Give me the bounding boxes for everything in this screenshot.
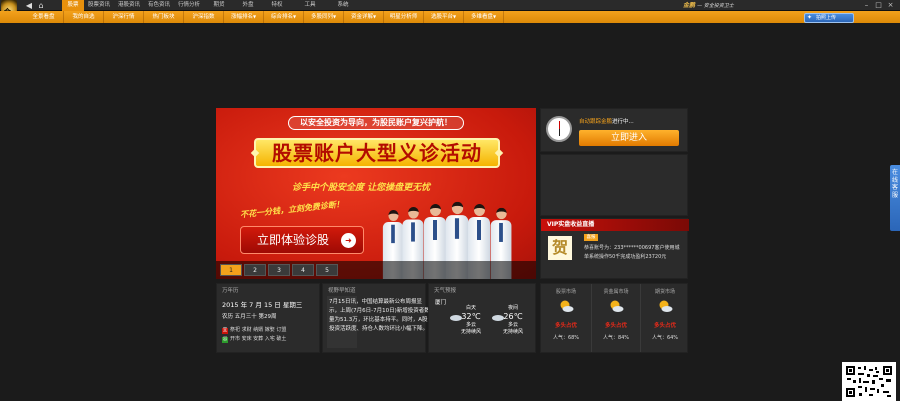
menu-item-tools[interactable]: 工具 bbox=[292, 0, 328, 11]
slide-dot-4[interactable]: 4 bbox=[292, 264, 314, 276]
news-card: 视野早知道 7月15日讯，中国结算最新公布周报显示，上周(7月6日-7月10日)… bbox=[322, 283, 430, 353]
news-title: 视野早知道 bbox=[328, 288, 356, 294]
menu-item-hk-news[interactable]: 港股资讯 bbox=[114, 0, 144, 11]
menu-item-stock-news[interactable]: 股票资讯 bbox=[84, 0, 114, 11]
banner-subtitle: 诊手中个股安全度 让您操盘更无忧 bbox=[292, 183, 431, 193]
good-news-badge: 喜报 bbox=[584, 234, 598, 241]
subtab-watchlist[interactable]: 我的自选 bbox=[64, 11, 104, 23]
chevron-down-icon: ▼ bbox=[292, 14, 297, 19]
calendar-yi: 忌开市 安床 安葬 入宅 破土 bbox=[222, 336, 287, 343]
menu-item-foreign[interactable]: 外盘 bbox=[234, 0, 262, 11]
qr-code-icon bbox=[842, 362, 896, 401]
subtab-fund-detail[interactable]: 资金详解▼ bbox=[344, 11, 384, 23]
back-arrow-icon[interactable]: ◀ bbox=[24, 1, 34, 10]
close-icon[interactable]: × bbox=[886, 1, 895, 10]
subtab-multi-view[interactable]: 多维看盘▼ bbox=[464, 11, 504, 23]
chevron-down-icon: ▼ bbox=[492, 14, 497, 19]
sun-cloud-icon bbox=[560, 300, 574, 312]
photo-upload-button[interactable]: ✦ 拍照上传 bbox=[804, 13, 854, 23]
subtab-multi-stock[interactable]: 多股同列▼ bbox=[304, 11, 344, 23]
weather-card: 天气预报 厦门 白天 32℃ 多云 无持续风 夜间 26℃ 多云 无持续风 bbox=[428, 283, 536, 353]
sun-cloud-icon bbox=[659, 300, 673, 312]
sub-toolbar: 全景看盘 我的自选 沪深行情 热门板块 沪深指数 涨幅排名▼ 综合排名▼ 多股同… bbox=[0, 11, 900, 23]
brand-logo: 金鹏 — 安全投资卫士 bbox=[683, 2, 734, 9]
vip-line-2: 单系统操作50千完成功盈利23720元 bbox=[584, 254, 667, 260]
calendar-title: 万年历 bbox=[222, 288, 239, 294]
banner-header: 以安全投资为导向，为股民账户复兴护航！ bbox=[288, 116, 464, 130]
empty-panel bbox=[540, 154, 688, 216]
weather-city: 厦门 bbox=[435, 300, 447, 306]
market-stock[interactable]: 股票市场 多头占优 人气：68% bbox=[542, 284, 590, 352]
menu-item-futures[interactable]: 期货 bbox=[204, 0, 234, 11]
maximize-icon[interactable]: □ bbox=[874, 1, 883, 10]
vip-live-card: VIP实盘收益直播 贺 喜报 恭喜账号为：233******00697客户使用城… bbox=[540, 218, 689, 279]
subtab-indices[interactable]: 沪深指数 bbox=[184, 11, 224, 23]
slide-dot-1[interactable]: 1 bbox=[220, 264, 242, 276]
chevron-down-icon: ▼ bbox=[372, 14, 377, 19]
calendar-date: 2015 年 7 月 15 日 星期三 bbox=[222, 301, 303, 309]
chevron-down-icon: ▼ bbox=[452, 14, 457, 19]
subtab-overall-rank[interactable]: 综合排名▼ bbox=[264, 11, 304, 23]
subtab-stock-picker[interactable]: 选股平台▼ bbox=[424, 11, 464, 23]
market-futures[interactable]: 期货市场 多头占优 人气：64% bbox=[640, 284, 688, 352]
banner-title: 股票账户大型义诊活动 bbox=[254, 138, 500, 168]
slide-pager: 1 2 3 4 5 bbox=[216, 261, 536, 279]
subtab-overview[interactable]: 全景看盘 bbox=[24, 11, 64, 23]
bird-icon: ✦ bbox=[807, 14, 813, 21]
subtab-hot-sectors[interactable]: 热门板块 bbox=[144, 11, 184, 23]
news-text[interactable]: 7月15日讯，中国结算最新公布周报显示，上周(7月6日-7月10日)新增投资者数… bbox=[329, 298, 431, 334]
market-sentiment-card: 股票市场 多头占优 人气：68% 贵金属市场 多头占优 人气：84% 期货市场 … bbox=[540, 283, 688, 353]
menu-item-stock[interactable]: 股票 bbox=[62, 0, 84, 11]
calendar-lunar: 农历 五月三十 第29周 bbox=[222, 314, 277, 320]
online-service-tab[interactable]: 在线客服 bbox=[890, 165, 900, 231]
menu-item-privilege[interactable]: 特权 bbox=[262, 0, 292, 11]
promo-banner[interactable]: 以安全投资为导向，为股民账户复兴护航！ 股票账户大型义诊活动 诊手中个股安全度 … bbox=[216, 108, 536, 279]
slide-dot-5[interactable]: 5 bbox=[316, 264, 338, 276]
arrow-right-icon: ➜ bbox=[341, 233, 356, 248]
calendar-ji: 宜祭祀 求财 纳婿 嫁娶 订盟 bbox=[222, 327, 287, 334]
vip-line-1: 恭喜账号为：233******00697客户使用城 bbox=[584, 245, 680, 251]
slide-dot-3[interactable]: 3 bbox=[268, 264, 290, 276]
main-menu: 股票 股票资讯 港股资讯 有色资讯 行情分析 期货 外盘 特权 工具 系统 bbox=[62, 0, 358, 11]
chevron-down-icon: ▼ bbox=[252, 14, 257, 19]
cloud-icon bbox=[492, 315, 504, 321]
chevron-down-icon: ▼ bbox=[332, 14, 337, 19]
auto-track-card: 自动跟踪金鹏进行中... 立即进入 bbox=[540, 108, 688, 152]
try-diagnosis-button[interactable]: 立即体验诊股 ➜ bbox=[240, 226, 364, 254]
vip-header: VIP实盘收益直播 bbox=[541, 219, 689, 231]
calendar-card: 万年历 2015 年 7 月 15 日 星期三 农历 五月三十 第29周 宜祭祀… bbox=[216, 283, 320, 353]
menu-item-system[interactable]: 系统 bbox=[328, 0, 358, 11]
subtab-star-analyst[interactable]: 明星分析师 bbox=[384, 11, 424, 23]
sun-cloud-icon bbox=[610, 300, 624, 312]
subtab-sh-sz-quotes[interactable]: 沪深行情 bbox=[104, 11, 144, 23]
market-metal[interactable]: 贵金属市场 多头占优 人气：84% bbox=[591, 284, 639, 352]
slide-dot-2[interactable]: 2 bbox=[244, 264, 266, 276]
home-icon[interactable]: ⌂ bbox=[36, 1, 46, 10]
top-menu-bar: ◀ ⌂ 股票 股票资讯 港股资讯 有色资讯 行情分析 期货 外盘 特权 工具 系… bbox=[0, 0, 900, 11]
menu-item-metal-news[interactable]: 有色资讯 bbox=[144, 0, 174, 11]
clock-icon bbox=[546, 116, 572, 142]
subtab-gain-rank[interactable]: 涨幅排名▼ bbox=[224, 11, 264, 23]
weather-title: 天气预报 bbox=[434, 288, 457, 294]
cloud-icon bbox=[450, 315, 462, 321]
minimize-icon[interactable]: – bbox=[862, 1, 871, 10]
menu-item-analysis[interactable]: 行情分析 bbox=[174, 0, 204, 11]
banner-free-line: 不花一分钱，立刻免费诊断！ bbox=[239, 199, 345, 220]
enter-now-button[interactable]: 立即进入 bbox=[579, 130, 679, 146]
congrats-image: 贺 bbox=[548, 236, 572, 260]
